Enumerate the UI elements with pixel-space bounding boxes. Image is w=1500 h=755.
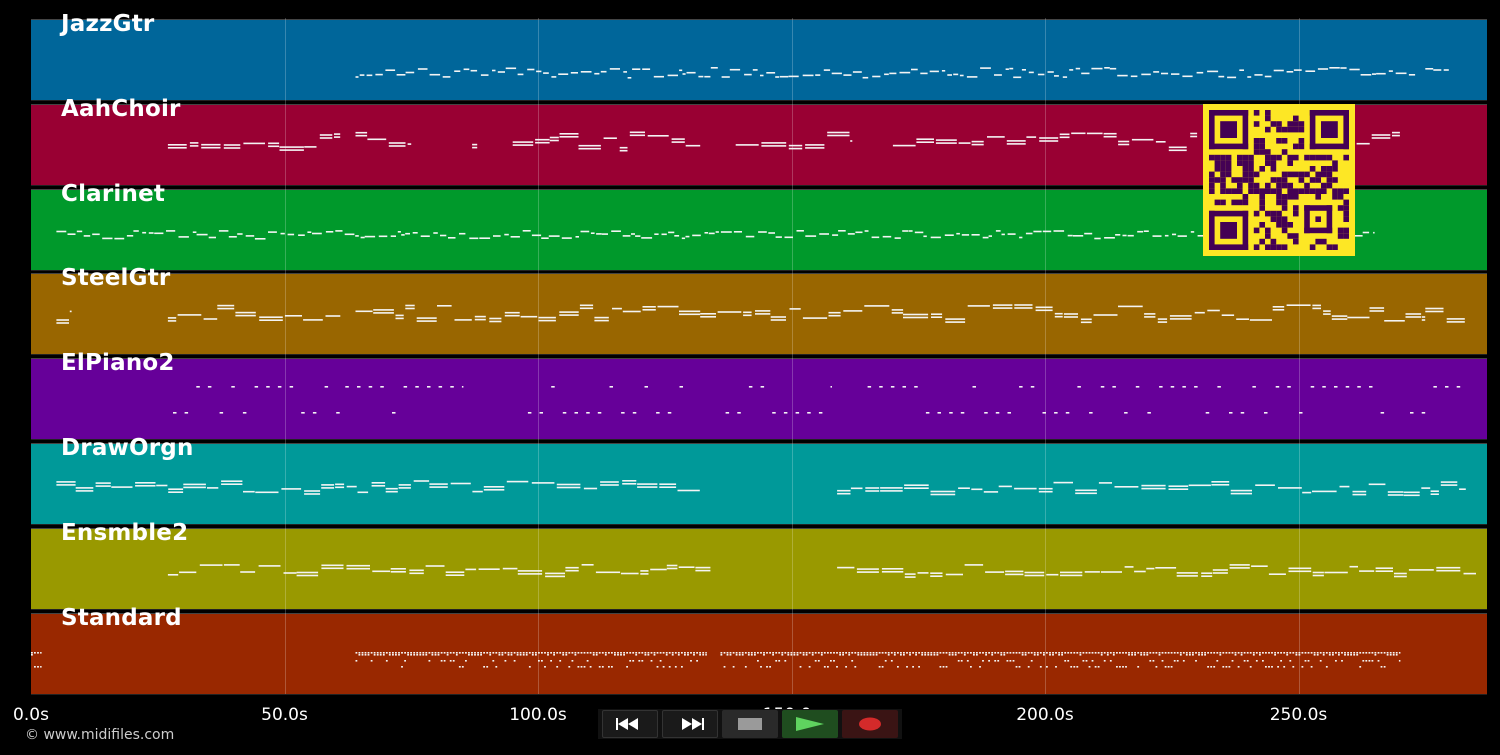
copyright-text: © www.midifiles.com (25, 727, 175, 743)
track-name: Clarinet (61, 180, 166, 207)
track-name: DrawOrgn (61, 435, 194, 461)
gridline (538, 18, 539, 694)
piano-roll-view: JazzGtr AahChoir Clarinet SteelGtr ElPiano2 D… (0, 0, 1500, 755)
track-elpiano2[interactable]: ElPiano2 (31, 350, 1487, 441)
gridline (791, 18, 793, 694)
note-lane (56, 480, 1466, 497)
track-ensmble2[interactable]: Ensmble2 (31, 520, 1487, 610)
qr-code-image (1209, 110, 1349, 250)
time-tick-label: 100.0s (509, 705, 567, 725)
rewind-button[interactable] (602, 710, 658, 738)
time-tick-label: 50.0s (261, 705, 308, 725)
note-lane (31, 651, 1401, 668)
note-lane (167, 563, 1476, 578)
time-tick-label: 250.0s (1269, 705, 1328, 725)
gridline (1045, 18, 1046, 694)
track-name: Ensmble2 (61, 519, 189, 546)
track-name: Standard (61, 604, 182, 631)
track-steelgtr[interactable]: SteelGtr (31, 265, 1487, 356)
fast-forward-button[interactable] (662, 710, 718, 738)
track-name: SteelGtr (61, 265, 171, 292)
time-tick-label: 0.0s (13, 705, 49, 725)
playback-controls (598, 709, 902, 739)
track-name: AahChoir (61, 95, 181, 122)
track-name: ElPiano2 (61, 350, 175, 377)
play-icon (796, 717, 824, 731)
note-lane (56, 304, 1465, 325)
note-lane (173, 386, 1461, 414)
stop-icon (738, 718, 762, 730)
stop-button[interactable] (722, 710, 778, 738)
track-jazzgtr[interactable]: JazzGtr (31, 11, 1487, 101)
record-button[interactable] (842, 710, 898, 738)
record-icon (859, 717, 881, 731)
note-lane (355, 67, 1449, 79)
track-draworgn[interactable]: DrawOrgn (31, 435, 1487, 525)
fast-forward-icon (682, 718, 704, 730)
time-tick-label: 200.0s (1016, 705, 1074, 725)
rewind-icon (616, 718, 638, 730)
track-name: JazzGtr (61, 11, 155, 37)
play-button[interactable] (782, 710, 838, 738)
qr-code (1203, 104, 1355, 256)
track-standard[interactable]: Standard (31, 605, 1487, 695)
gridline (284, 18, 286, 694)
